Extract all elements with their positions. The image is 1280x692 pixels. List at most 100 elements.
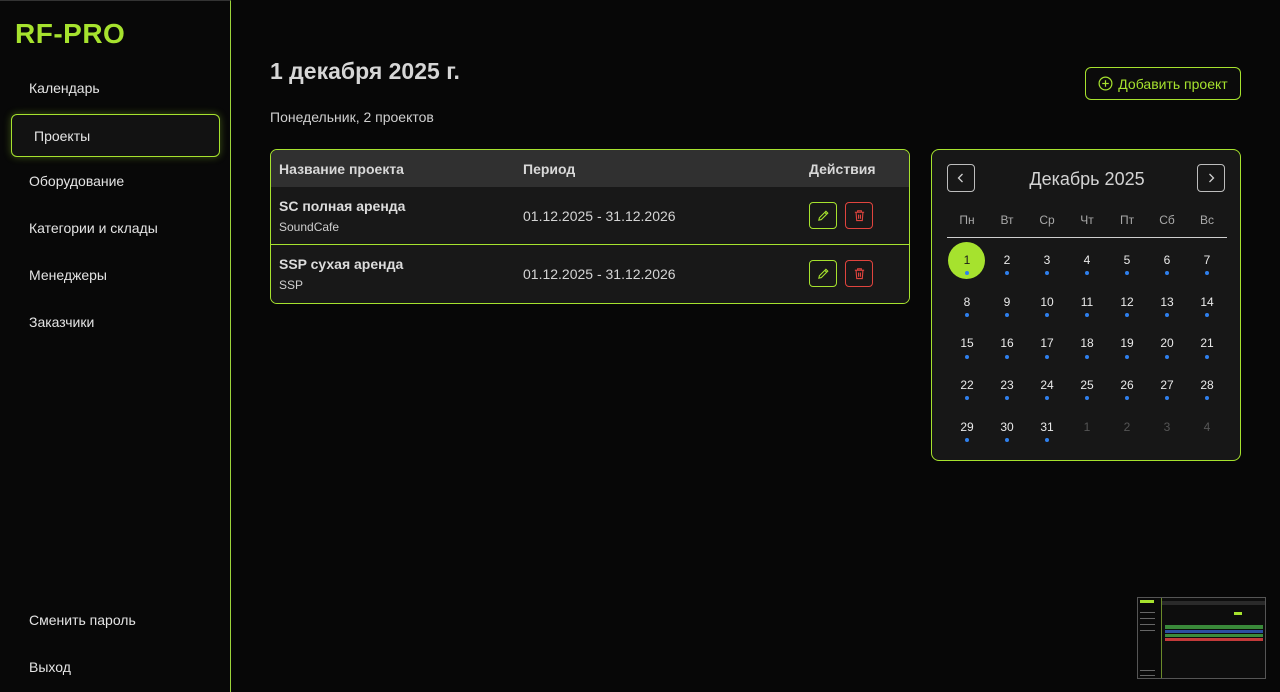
calendar-day[interactable]: 30 xyxy=(987,408,1027,450)
calendar-day-number: 10 xyxy=(1040,294,1054,309)
calendar-day[interactable]: 31 xyxy=(1027,408,1067,450)
event-dot-indicator xyxy=(1165,354,1169,359)
event-dot-indicator xyxy=(1045,396,1049,401)
calendar-day-number: 7 xyxy=(1203,252,1211,267)
event-dot-indicator xyxy=(965,312,969,317)
calendar-day[interactable]: 4 xyxy=(1187,408,1227,450)
event-dot-indicator xyxy=(1205,354,1209,359)
event-dot-indicator xyxy=(1125,396,1129,401)
calendar-day[interactable]: 4 xyxy=(1067,241,1107,283)
calendar-day[interactable]: 2 xyxy=(987,241,1027,283)
table-row[interactable]: SSP сухая аренда SSP 01.12.2025 - 31.12.… xyxy=(271,245,909,303)
event-dot-indicator xyxy=(1085,354,1089,359)
calendar-day[interactable]: 24 xyxy=(1027,366,1067,408)
calendar-day-number: 18 xyxy=(1080,336,1094,351)
event-dot-indicator xyxy=(1125,312,1129,317)
calendar-day[interactable]: 20 xyxy=(1147,325,1187,367)
calendar-day-number: 13 xyxy=(1160,294,1174,309)
sidebar-item-logout[interactable]: Выход xyxy=(11,646,220,689)
calendar-day[interactable]: 21 xyxy=(1187,325,1227,367)
calendar-day[interactable]: 27 xyxy=(1147,366,1187,408)
calendar-day-number: 1 xyxy=(963,252,971,267)
calendar-day-number: 1 xyxy=(1083,420,1091,435)
event-dot-indicator xyxy=(1205,271,1209,275)
calendar-day[interactable]: 26 xyxy=(1107,366,1147,408)
calendar-day[interactable]: 12 xyxy=(1107,283,1147,325)
calendar-day[interactable]: 18 xyxy=(1067,325,1107,367)
sidebar-item-label: Календарь xyxy=(29,80,100,96)
column-header-period: Период xyxy=(523,161,576,177)
calendar-day-number: 4 xyxy=(1083,252,1091,267)
calendar-day[interactable]: 14 xyxy=(1187,283,1227,325)
calendar-day-selected[interactable]: 1 xyxy=(947,241,987,283)
sidebar: RF-PRO Календарь Проекты Оборудование Ка… xyxy=(0,0,231,692)
calendar-day[interactable]: 23 xyxy=(987,366,1027,408)
edit-button[interactable] xyxy=(809,260,837,287)
calendar-day[interactable]: 10 xyxy=(1027,283,1067,325)
calendar-day-number: 15 xyxy=(960,336,974,351)
weekday-label: Пн xyxy=(959,213,975,227)
sidebar-item-managers[interactable]: Менеджеры xyxy=(11,254,220,297)
projects-table: Название проекта Период Действия SC полн… xyxy=(270,149,910,304)
sidebar-item-equipment[interactable]: Оборудование xyxy=(11,160,220,203)
calendar-day[interactable]: 13 xyxy=(1147,283,1187,325)
calendar-day[interactable]: 16 xyxy=(987,325,1027,367)
calendar-day-number: 27 xyxy=(1160,378,1174,393)
calendar-day-number: 28 xyxy=(1200,378,1214,393)
weekday-label: Сб xyxy=(1159,213,1175,227)
calendar-day-number: 5 xyxy=(1123,252,1131,267)
calendar-day-number: 20 xyxy=(1160,336,1174,351)
calendar-day[interactable]: 8 xyxy=(947,283,987,325)
calendar-day-number: 12 xyxy=(1120,294,1134,309)
sidebar-item-categories[interactable]: Категории и склады xyxy=(11,207,220,250)
calendar-day[interactable]: 5 xyxy=(1107,241,1147,283)
project-client: SSP xyxy=(279,278,304,292)
sidebar-item-customers[interactable]: Заказчики xyxy=(11,301,220,344)
calendar-day-number: 11 xyxy=(1080,294,1094,309)
calendar-day[interactable]: 15 xyxy=(947,325,987,367)
edit-button[interactable] xyxy=(809,202,837,229)
delete-button[interactable] xyxy=(845,202,873,229)
next-month-button[interactable] xyxy=(1197,164,1225,192)
screen-thumbnail xyxy=(1137,597,1266,679)
calendar-day-number: 9 xyxy=(1003,294,1011,309)
event-dot-indicator xyxy=(1085,312,1089,317)
calendar-day[interactable]: 19 xyxy=(1107,325,1147,367)
calendar-day[interactable]: 29 xyxy=(947,408,987,450)
calendar-day[interactable]: 1 xyxy=(1067,408,1107,450)
sidebar-item-label: Выход xyxy=(29,659,71,675)
calendar-day-number: 31 xyxy=(1040,420,1054,435)
calendar-day-number: 19 xyxy=(1120,336,1134,351)
calendar-day-number: 17 xyxy=(1040,336,1054,351)
sidebar-item-calendar[interactable]: Календарь xyxy=(11,67,220,110)
calendar-day[interactable]: 22 xyxy=(947,366,987,408)
calendar-day[interactable]: 6 xyxy=(1147,241,1187,283)
calendar-day[interactable]: 3 xyxy=(1147,408,1187,450)
event-dot-indicator xyxy=(965,271,969,275)
table-row[interactable]: SC полная аренда SoundCafe 01.12.2025 - … xyxy=(271,187,909,245)
calendar-weekdays: Пн Вт Ср Чт Пт Сб Вс xyxy=(947,213,1227,227)
sidebar-item-projects[interactable]: Проекты xyxy=(11,114,220,157)
event-dot-indicator xyxy=(1125,354,1129,359)
event-dot-indicator xyxy=(1085,271,1089,275)
sidebar-item-change-password[interactable]: Сменить пароль xyxy=(11,599,220,642)
page-subtitle: Понедельник, 2 проектов xyxy=(270,109,434,125)
calendar-day[interactable]: 28 xyxy=(1187,366,1227,408)
calendar-day-number: 29 xyxy=(960,420,974,435)
weekday-label: Чт xyxy=(1080,213,1094,227)
calendar-day[interactable]: 17 xyxy=(1027,325,1067,367)
calendar-day-number: 8 xyxy=(963,294,971,309)
project-name: SSP сухая аренда xyxy=(279,256,404,272)
event-dot-indicator xyxy=(1005,312,1009,317)
calendar-day[interactable]: 3 xyxy=(1027,241,1067,283)
calendar-day[interactable]: 7 xyxy=(1187,241,1227,283)
calendar-day[interactable]: 11 xyxy=(1067,283,1107,325)
event-dot-indicator xyxy=(1085,396,1089,401)
calendar-day[interactable]: 9 xyxy=(987,283,1027,325)
event-dot-indicator xyxy=(1005,354,1009,359)
event-dot-indicator xyxy=(1005,438,1009,443)
delete-button[interactable] xyxy=(845,260,873,287)
calendar-day[interactable]: 2 xyxy=(1107,408,1147,450)
calendar-day[interactable]: 25 xyxy=(1067,366,1107,408)
add-project-button[interactable]: Добавить проект xyxy=(1085,67,1241,100)
